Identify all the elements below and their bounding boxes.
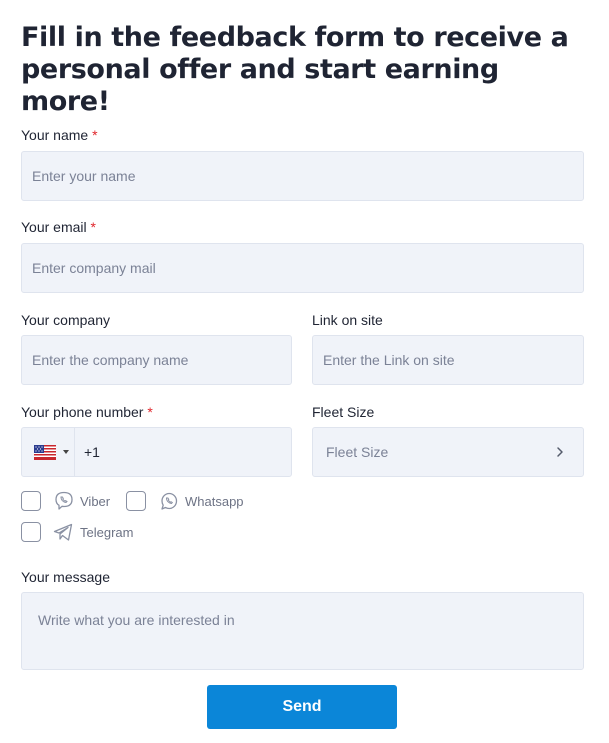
whatsapp-icon: [161, 492, 178, 510]
telegram-label: Telegram: [80, 525, 134, 540]
telegram-icon: [53, 523, 73, 541]
message-label: Your message: [21, 569, 110, 585]
required-mark: *: [90, 219, 96, 235]
name-label: Your name *: [21, 126, 98, 144]
link-label: Link on site: [312, 312, 383, 328]
company-label: Your company: [21, 312, 110, 328]
email-label: Your email *: [21, 218, 96, 236]
phone-field: [21, 427, 292, 477]
viber-label: Viber: [80, 494, 111, 509]
name-label-text: Your name: [21, 127, 89, 143]
fleet-size-select[interactable]: Fleet Size: [312, 427, 584, 477]
caret-down-icon: [63, 450, 69, 454]
page-title: Fill in the feedback form to receive a p…: [21, 22, 569, 117]
fleet-size-value: Fleet Size: [326, 444, 389, 460]
email-label-text: Your email: [21, 219, 87, 235]
name-input[interactable]: [21, 151, 584, 201]
phone-label: Your phone number *: [21, 403, 153, 421]
chevron-right-icon: [557, 447, 563, 457]
telegram-checkbox[interactable]: [21, 522, 41, 542]
send-button[interactable]: Send: [207, 685, 397, 729]
country-selector[interactable]: [22, 428, 75, 476]
viber-icon: [55, 491, 73, 510]
whatsapp-label: Whatsapp: [185, 494, 244, 509]
whatsapp-checkbox[interactable]: [126, 491, 146, 511]
message-textarea[interactable]: [21, 592, 584, 670]
required-mark: *: [147, 404, 153, 420]
link-input[interactable]: [312, 335, 584, 385]
email-input[interactable]: [21, 243, 584, 293]
phone-input[interactable]: [76, 428, 290, 476]
fleet-label: Fleet Size: [312, 404, 375, 420]
us-flag-icon: [34, 445, 56, 460]
company-input[interactable]: [21, 335, 292, 385]
viber-checkbox[interactable]: [21, 491, 41, 511]
phone-label-text: Your phone number: [21, 404, 144, 420]
required-mark: *: [92, 127, 98, 143]
